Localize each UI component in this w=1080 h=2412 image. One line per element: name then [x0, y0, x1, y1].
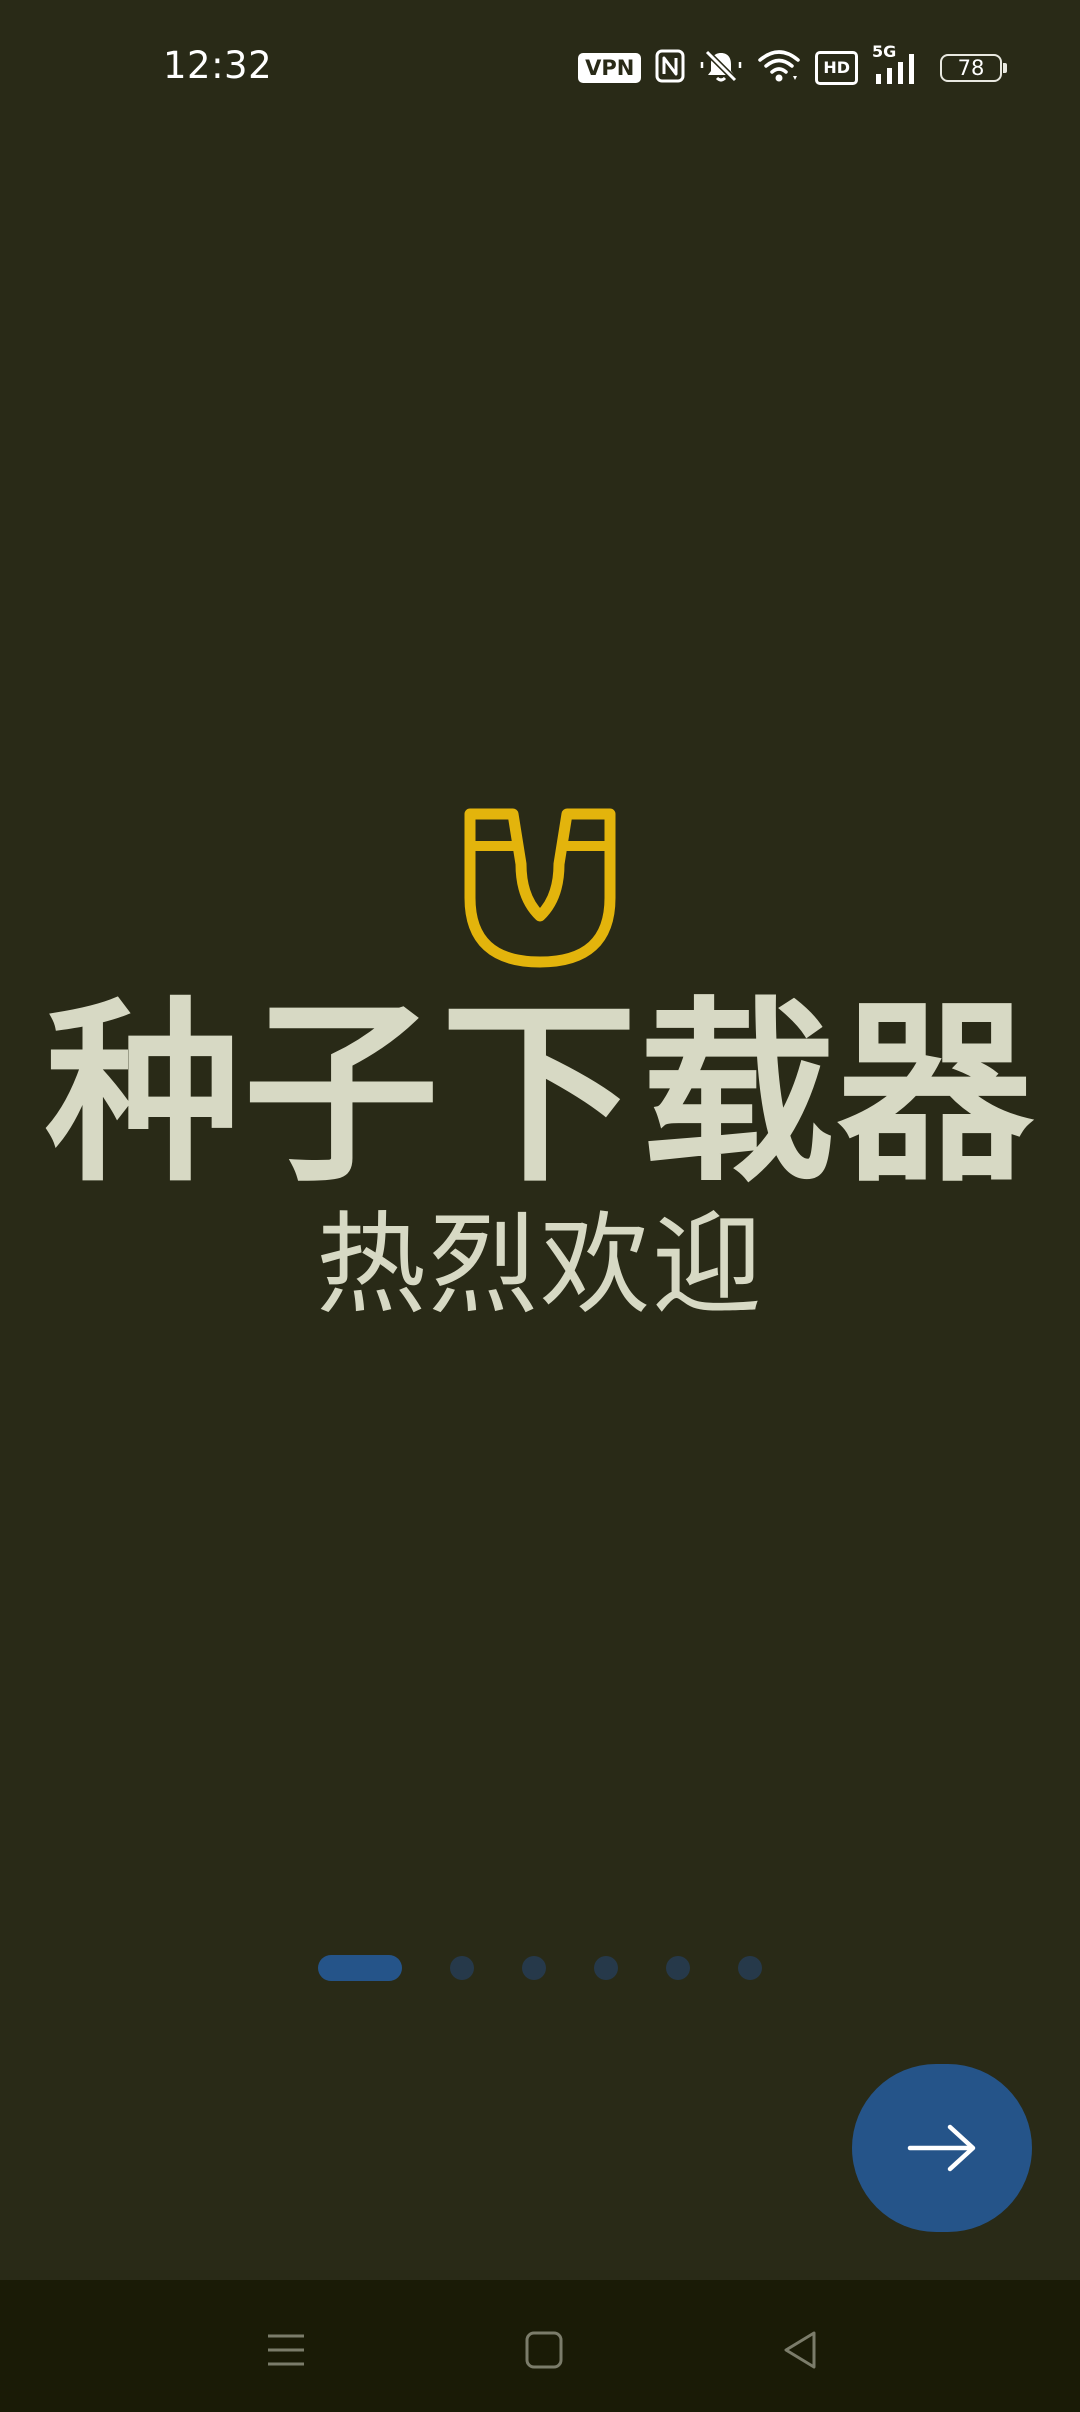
hd-badge: HD [815, 51, 858, 85]
back-button[interactable] [770, 2320, 830, 2380]
vpn-badge: VPN [578, 53, 642, 83]
nfc-icon [655, 49, 685, 87]
page-dot-3[interactable] [522, 1956, 546, 1980]
home-button[interactable] [514, 2320, 574, 2380]
app-title: 种子下载器 [44, 981, 1035, 1209]
page-dot-1-active[interactable] [318, 1955, 402, 1981]
wifi-icon [757, 48, 801, 88]
menu-icon [268, 2334, 304, 2366]
mute-icon [699, 48, 743, 88]
page-dot-6[interactable] [738, 1956, 762, 1980]
back-icon [784, 2331, 816, 2369]
signal-icon: 5G [872, 42, 922, 88]
status-icons: VPN HD 5G 78 [578, 42, 1007, 88]
battery-level: 78 [957, 56, 985, 80]
arrow-right-icon [907, 2124, 976, 2172]
status-time: 12:32 [163, 44, 273, 87]
page-dot-2[interactable] [450, 1956, 474, 1980]
home-icon [525, 2331, 563, 2369]
page-dot-5[interactable] [666, 1956, 690, 1980]
page-indicator [318, 1955, 762, 1981]
status-bar: 12:32 VPN HD 5G 78 [0, 0, 1080, 140]
welcome-subtitle: 热烈欢迎 [316, 1201, 764, 1329]
system-nav-bar [0, 2280, 1080, 2412]
magnet-icon [458, 808, 622, 972]
page-dot-4[interactable] [594, 1956, 618, 1980]
next-button[interactable] [852, 2064, 1032, 2232]
battery-icon: 78 [940, 54, 1007, 82]
menu-button[interactable] [256, 2320, 316, 2380]
